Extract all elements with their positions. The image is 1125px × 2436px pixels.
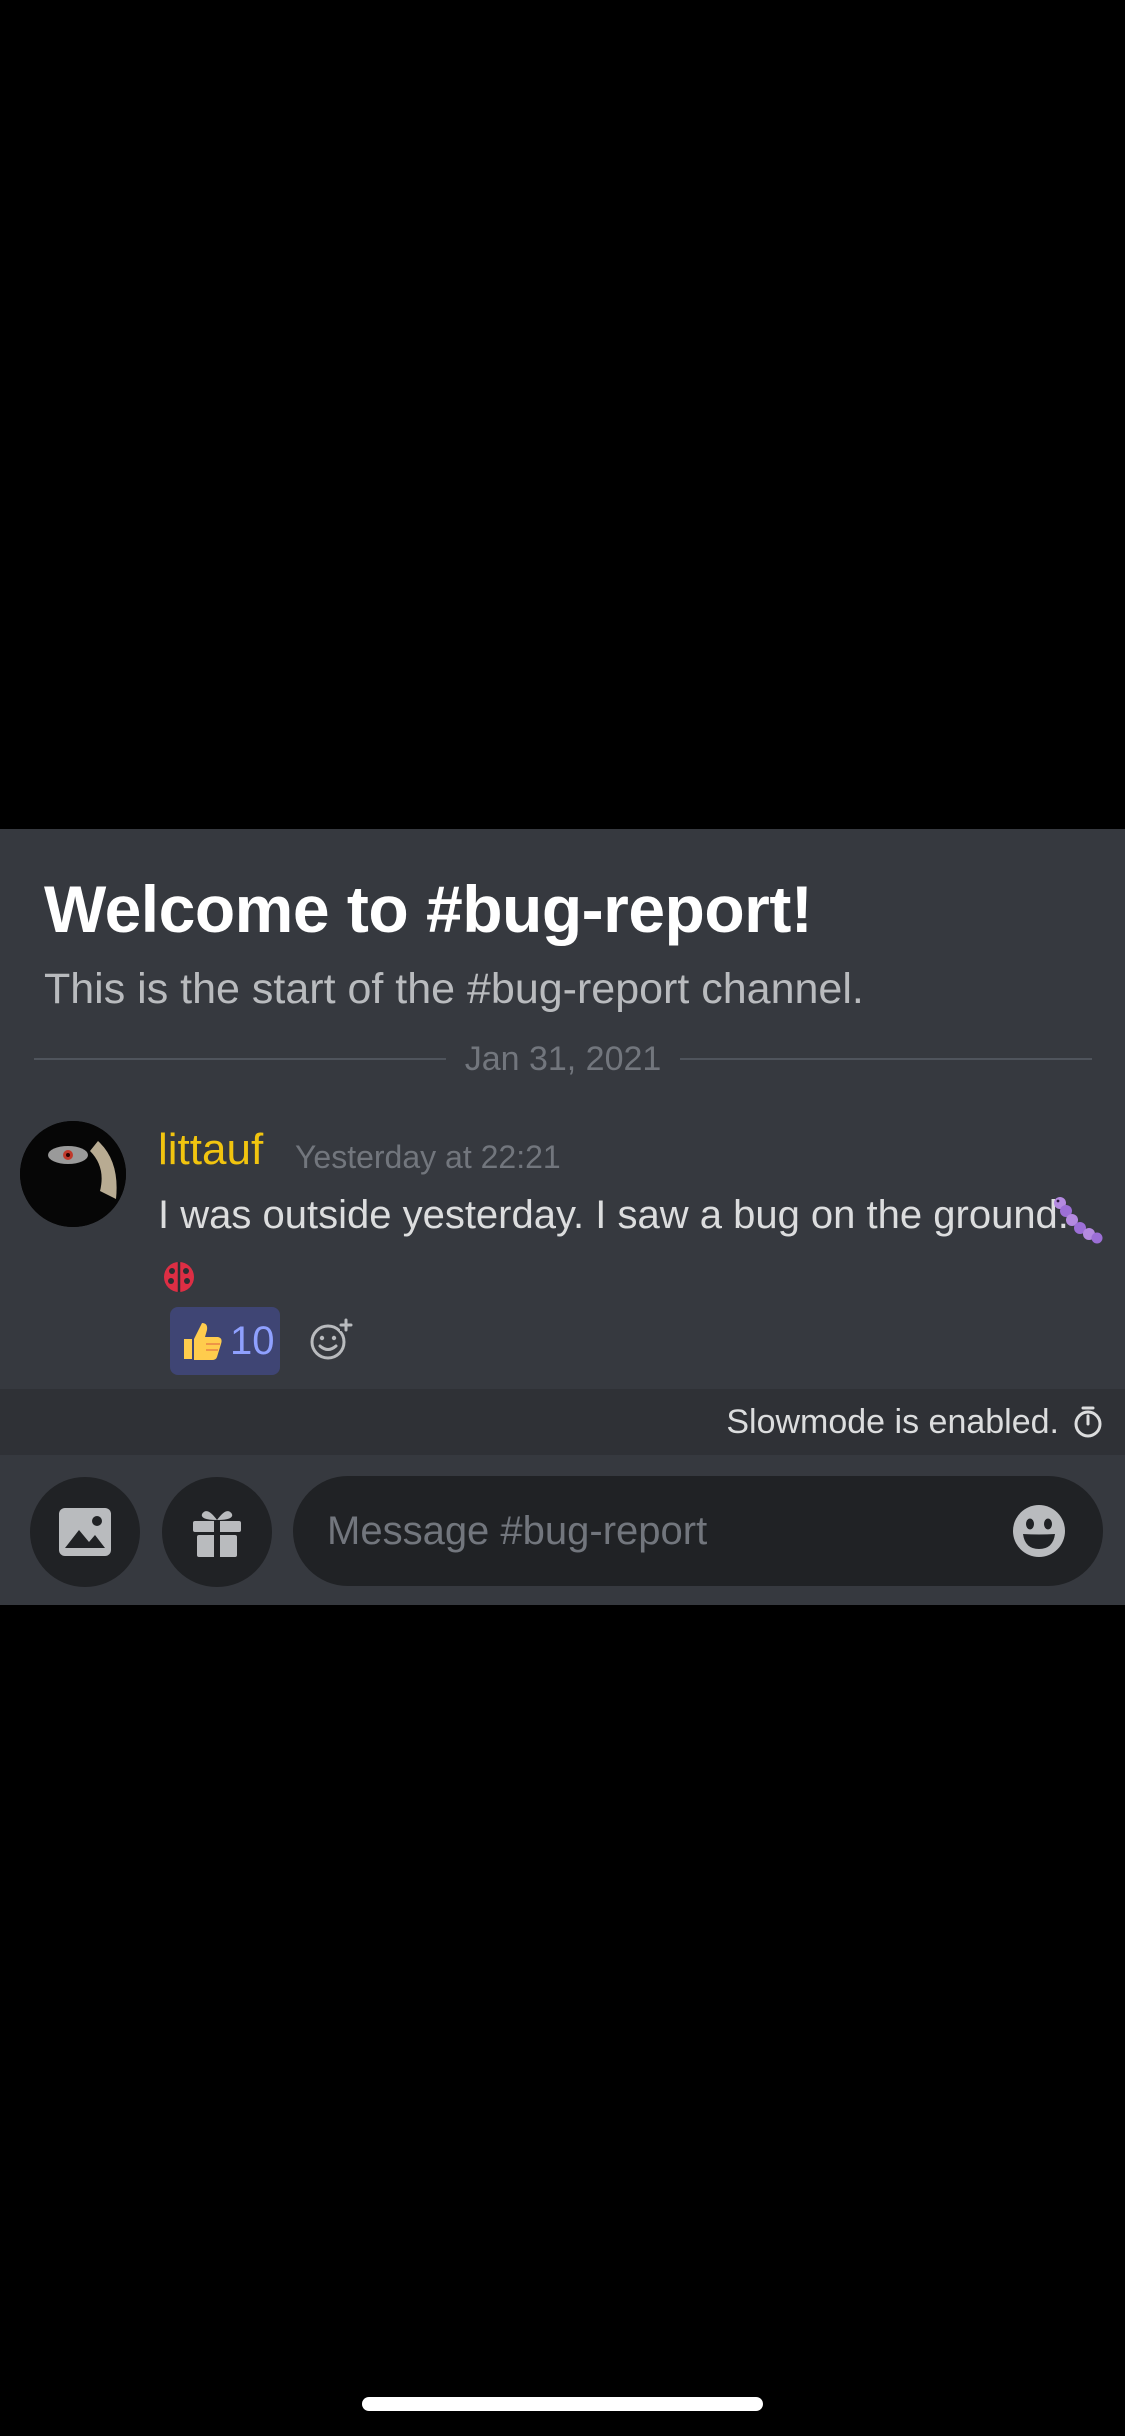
home-indicator[interactable] <box>362 2397 763 2411</box>
gift-icon <box>193 1511 241 1557</box>
divider-line-right <box>680 1058 1092 1060</box>
message-text: I was outside yesterday. I saw a bug on … <box>158 1193 1069 1237</box>
image-icon <box>59 1508 111 1556</box>
slowmode-bar: Slowmode is enabled. <box>0 1389 1125 1455</box>
message-author[interactable]: littauf <box>158 1125 263 1175</box>
gift-button[interactable] <box>162 1477 272 1587</box>
reaction-thumbs-up[interactable]: 10 <box>170 1307 280 1375</box>
emoji-picker-icon[interactable] <box>1011 1503 1067 1559</box>
welcome-title: Welcome to #bug-report! <box>44 872 813 946</box>
add-reaction-icon[interactable] <box>308 1317 354 1363</box>
date-divider: Jan 31, 2021 <box>34 1037 1092 1081</box>
message-input[interactable]: Message #bug-report <box>293 1476 1103 1586</box>
slowmode-text: Slowmode is enabled. <box>726 1403 1059 1441</box>
upload-image-button[interactable] <box>30 1477 140 1587</box>
message-timestamp: Yesterday at 22:21 <box>295 1139 561 1175</box>
worm-emoji <box>1054 1197 1103 1244</box>
reaction-count: 10 <box>230 1319 275 1363</box>
message-input-placeholder: Message #bug-report <box>327 1509 708 1553</box>
chat-panel: Welcome to #bug-report! This is the star… <box>0 829 1125 1605</box>
welcome-subtitle: This is the start of the #bug-report cha… <box>44 965 864 1013</box>
ladybug-emoji <box>164 1262 194 1292</box>
avatar-image <box>20 1121 126 1227</box>
thumbs-up-icon <box>184 1323 222 1360</box>
timer-icon <box>1074 1406 1102 1438</box>
avatar[interactable] <box>20 1121 126 1227</box>
